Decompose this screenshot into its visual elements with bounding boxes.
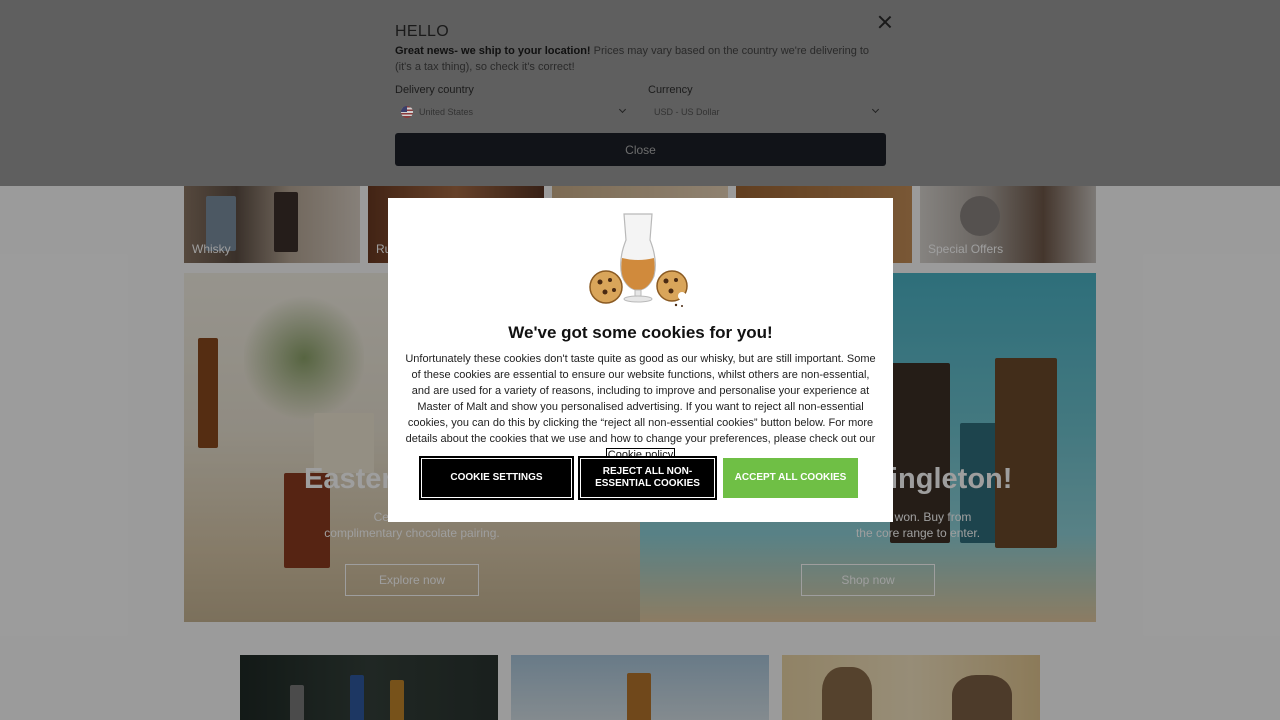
reject-non-essential-cookies-button[interactable]: REJECT ALL NON-ESSENTIAL COOKIES bbox=[578, 456, 717, 500]
currency-value: USD - US Dollar bbox=[654, 107, 720, 117]
cookie-modal-body-text: Unfortunately these cookies don't taste … bbox=[405, 353, 876, 445]
accept-all-cookies-button[interactable]: ACCEPT ALL COOKIES bbox=[723, 458, 858, 498]
delivery-message-bold: Great news- we ship to your location! bbox=[395, 45, 591, 57]
delivery-country-label: Delivery country bbox=[395, 84, 474, 96]
delivery-panel: HELLO Great news- we ship to your locati… bbox=[0, 0, 1280, 186]
chevron-down-icon bbox=[618, 105, 627, 114]
whisky-glass-cookies-icon bbox=[589, 213, 688, 307]
delivery-panel-title: HELLO bbox=[395, 23, 449, 40]
currency-select[interactable]: USD - US Dollar bbox=[648, 101, 884, 123]
cookie-modal-body: Unfortunately these cookies don't taste … bbox=[403, 351, 878, 463]
delivery-country-select[interactable]: United States bbox=[395, 101, 631, 123]
close-icon[interactable] bbox=[878, 15, 892, 29]
delivery-country-value: United States bbox=[419, 107, 474, 117]
us-flag-icon bbox=[401, 106, 413, 118]
chevron-down-icon bbox=[871, 105, 880, 114]
cookie-settings-button[interactable]: COOKIE SETTINGS bbox=[419, 456, 574, 500]
cookie-modal-title: We've got some cookies for you! bbox=[508, 323, 773, 342]
delivery-message: Great news- we ship to your location! Pr… bbox=[395, 43, 886, 75]
currency-label: Currency bbox=[648, 84, 693, 96]
delivery-close-button[interactable]: Close bbox=[395, 133, 886, 166]
